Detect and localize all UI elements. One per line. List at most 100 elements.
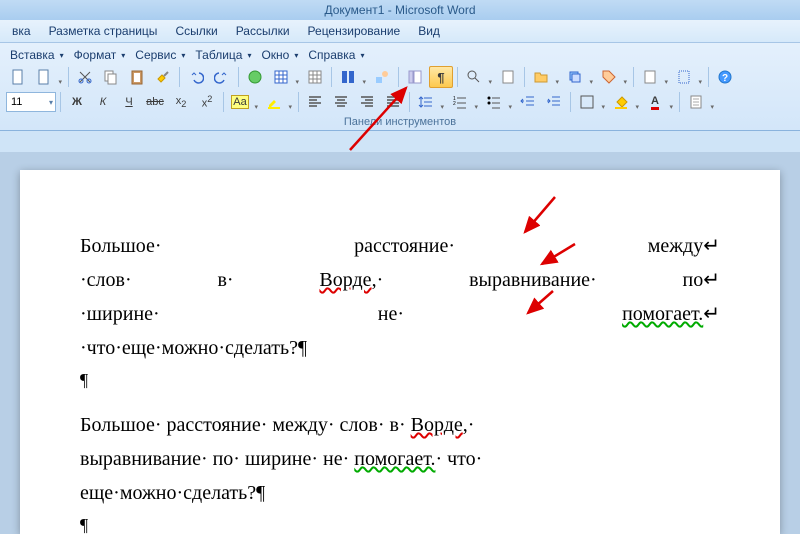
- subscript-icon: x2: [176, 95, 187, 109]
- columns-button[interactable]: [336, 66, 368, 88]
- menu-format[interactable]: Формат: [70, 47, 130, 63]
- align-center-button[interactable]: [329, 91, 353, 113]
- separator: [331, 67, 332, 87]
- drawing-button[interactable]: [370, 66, 394, 88]
- doc-line: Большое· расстояние· между· слов· в· Вор…: [80, 409, 720, 441]
- show-paragraph-marks-button[interactable]: ¶: [429, 66, 453, 88]
- menu-table[interactable]: Таблица: [191, 47, 255, 63]
- menu-references[interactable]: Ссылки: [167, 22, 225, 40]
- strike-icon: abc: [146, 96, 164, 108]
- doc-line: выравнивание· по· ширине· не· помогает.·…: [80, 443, 720, 475]
- align-right-icon: [359, 94, 375, 110]
- italic-button[interactable]: К: [91, 91, 115, 113]
- highlight-button[interactable]: [262, 91, 294, 113]
- align-right-button[interactable]: [355, 91, 379, 113]
- new-doc-button[interactable]: [6, 66, 30, 88]
- underline-button[interactable]: Ч: [117, 91, 141, 113]
- menu-view2[interactable]: Вид: [410, 22, 448, 40]
- numbered-list-button[interactable]: 12: [448, 91, 480, 113]
- help-button[interactable]: ?: [713, 66, 737, 88]
- page-color-icon: [642, 69, 658, 85]
- format-painter-button[interactable]: [151, 66, 175, 88]
- brush-icon: [155, 69, 171, 85]
- highlight-aa-icon: Aa: [231, 95, 248, 109]
- shading-button[interactable]: [609, 91, 641, 113]
- separator: [708, 67, 709, 87]
- menu-window[interactable]: Окно: [257, 47, 302, 63]
- page-color-button[interactable]: [638, 66, 670, 88]
- menu-mailings[interactable]: Рассылки: [228, 22, 298, 40]
- grid-icon: [307, 69, 323, 85]
- separator: [679, 92, 680, 112]
- paste-button[interactable]: [125, 66, 149, 88]
- magnifier-icon: [466, 69, 482, 85]
- bullet-list-icon: [486, 94, 502, 110]
- menu-insert[interactable]: Вставка: [6, 47, 68, 63]
- border-icon: [579, 94, 595, 110]
- tool-a-button[interactable]: [529, 66, 561, 88]
- menu-tools[interactable]: Сервис: [131, 47, 189, 63]
- undo-button[interactable]: [184, 66, 208, 88]
- menu-pagelayout[interactable]: Разметка страницы: [41, 22, 166, 40]
- font-size-selector[interactable]: 11: [6, 92, 56, 112]
- zoom-100-button[interactable]: [496, 66, 520, 88]
- borders-button[interactable]: [575, 91, 607, 113]
- separator: [409, 92, 410, 112]
- separator: [633, 67, 634, 87]
- ribbon: Вставка Формат Сервис Таблица Окно Справ…: [0, 43, 800, 131]
- tool-b-button[interactable]: [563, 66, 595, 88]
- page-icon: [10, 69, 26, 85]
- menu-view-cut[interactable]: вка: [4, 22, 39, 40]
- cut-button[interactable]: [73, 66, 97, 88]
- menu-help[interactable]: Справка: [304, 47, 368, 63]
- align-center-icon: [333, 94, 349, 110]
- docmap-icon: [407, 69, 423, 85]
- doc-line: Большое· расстояние· между↵: [80, 230, 720, 262]
- menu-review[interactable]: Рецензирование: [300, 22, 409, 40]
- copy-button[interactable]: [99, 66, 123, 88]
- document-page[interactable]: Большое· расстояние· между↵ ·слов· в· Во…: [20, 170, 780, 534]
- align-left-button[interactable]: [303, 91, 327, 113]
- ribbon-row-3: 11 Ж К Ч abc x2 x2 Aa 12 A: [6, 91, 794, 113]
- shapes-icon: [374, 69, 390, 85]
- increase-indent-button[interactable]: [542, 91, 566, 113]
- svg-text:?: ?: [722, 73, 728, 84]
- line-spacing-button[interactable]: [414, 91, 446, 113]
- zoom-button[interactable]: [462, 66, 494, 88]
- layers-icon: [567, 69, 583, 85]
- ribbon-row-1: Вставка Формат Сервис Таблица Окно Справ…: [6, 47, 794, 63]
- paragraph-mark: ¶: [80, 366, 720, 395]
- table-button[interactable]: [269, 66, 301, 88]
- doc-line: ·ширине· не· помогает.↵: [80, 298, 720, 330]
- highlighter-icon: [266, 94, 282, 110]
- table-icon: [273, 69, 289, 85]
- strikethrough-button[interactable]: abc: [143, 91, 167, 113]
- align-justify-button[interactable]: [381, 91, 405, 113]
- extra-tool-button[interactable]: [684, 91, 716, 113]
- hyperlink-button[interactable]: [243, 66, 267, 88]
- copy-icon: [103, 69, 119, 85]
- font-color-icon: A: [651, 95, 659, 110]
- undo-icon: [188, 69, 204, 85]
- text-effects-button[interactable]: Aa: [228, 91, 260, 113]
- font-size-value: 11: [11, 96, 22, 108]
- bullet-list-button[interactable]: [482, 91, 514, 113]
- font-color-button[interactable]: A: [643, 91, 675, 113]
- globe-icon: [247, 69, 263, 85]
- page-border-button[interactable]: [672, 66, 704, 88]
- document-icon: [688, 94, 704, 110]
- outdent-icon: [520, 94, 536, 110]
- new-dropdown[interactable]: [32, 66, 64, 88]
- tool-c-button[interactable]: [597, 66, 629, 88]
- separator: [524, 67, 525, 87]
- page-border-icon: [676, 69, 692, 85]
- page-zoom-icon: [500, 69, 516, 85]
- decrease-indent-button[interactable]: [516, 91, 540, 113]
- redo-button[interactable]: [210, 66, 234, 88]
- insert-excel-button[interactable]: [303, 66, 327, 88]
- superscript-button[interactable]: x2: [195, 91, 219, 113]
- doc-map-button[interactable]: [403, 66, 427, 88]
- superscript-icon: x2: [202, 94, 213, 110]
- bold-button[interactable]: Ж: [65, 91, 89, 113]
- subscript-button[interactable]: x2: [169, 91, 193, 113]
